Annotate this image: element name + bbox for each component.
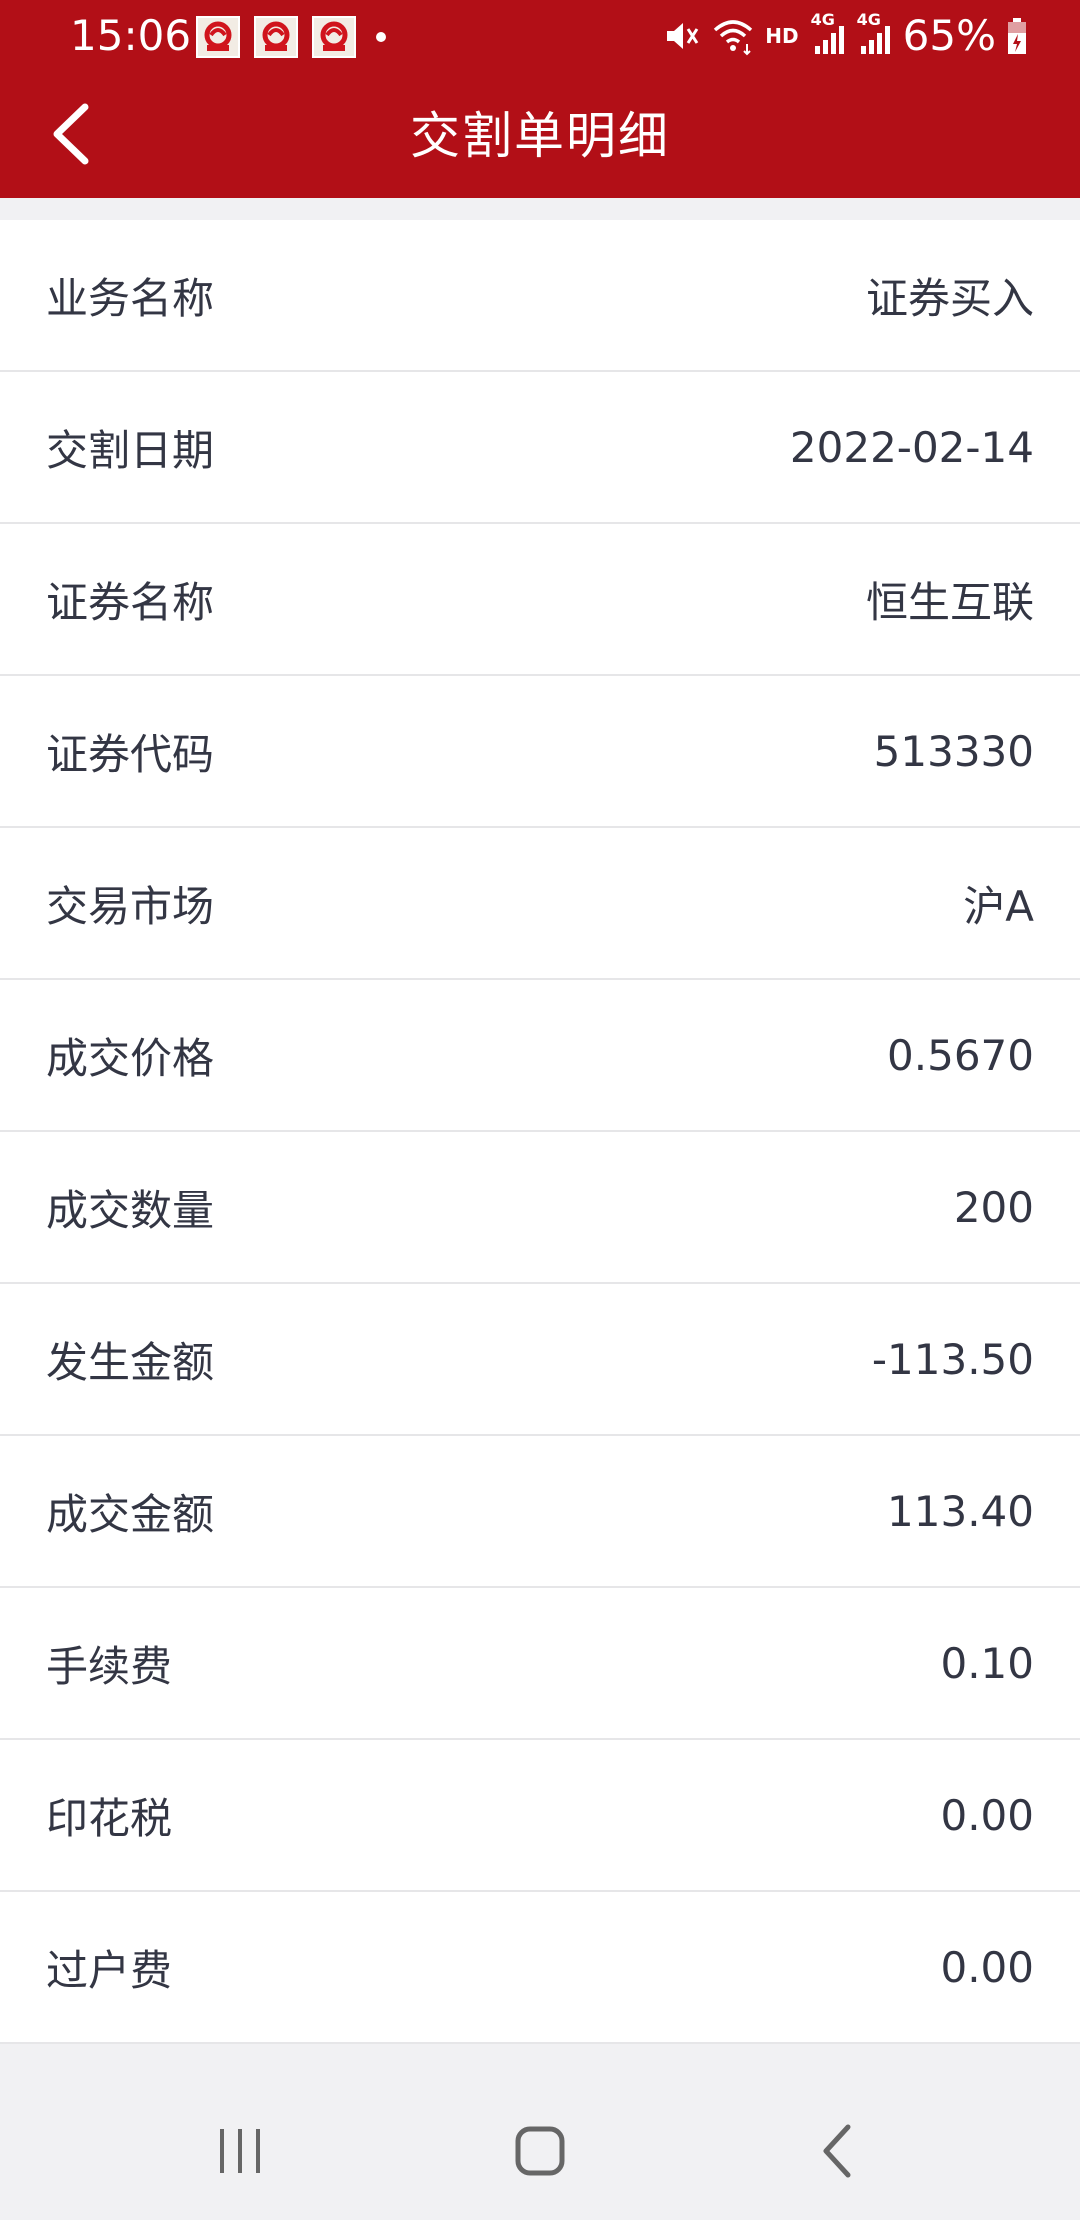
row-label: 交割日期 bbox=[46, 425, 215, 475]
row-label: 印花税 bbox=[46, 1793, 173, 1843]
back-icon bbox=[823, 2124, 851, 2178]
row-value: 113.40 bbox=[887, 1486, 1034, 1536]
page-title: 交割单明细 bbox=[410, 107, 670, 165]
row-label: 手续费 bbox=[46, 1641, 173, 1691]
row-value: 证券买入 bbox=[865, 273, 1034, 323]
row-value: 0.00 bbox=[940, 1790, 1034, 1840]
row-label: 成交金额 bbox=[46, 1489, 215, 1539]
row-value: 0.5670 bbox=[887, 1030, 1034, 1080]
signal-icon: 4G bbox=[857, 10, 893, 56]
battery-charging-icon bbox=[1006, 16, 1028, 56]
system-nav-bar bbox=[0, 2076, 1080, 2220]
app-notification-icon bbox=[196, 16, 240, 58]
detail-row-amount-incurred: 发生金额 -113.50 bbox=[0, 1284, 1080, 1436]
row-value: 200 bbox=[953, 1182, 1034, 1232]
mute-icon bbox=[661, 16, 701, 56]
signal-type-label: 4G bbox=[810, 10, 835, 29]
detail-row-security-code: 证券代码 513330 bbox=[0, 676, 1080, 828]
row-value: 沪A bbox=[963, 881, 1034, 931]
detail-row-stamp-tax: 印花税 0.00 bbox=[0, 1740, 1080, 1892]
app-header: 15:06 HD 4G 4G 65% 交割单明细 bbox=[0, 0, 1080, 198]
row-value: 0.00 bbox=[940, 1942, 1034, 1992]
detail-row-trade-amount: 成交金额 113.40 bbox=[0, 1436, 1080, 1588]
status-indicators: HD 4G 4G 65% bbox=[661, 10, 1028, 62]
network-type-label: HD bbox=[765, 24, 799, 48]
row-value: -113.50 bbox=[871, 1334, 1034, 1384]
row-label: 成交数量 bbox=[46, 1185, 215, 1235]
nav-back-button[interactable] bbox=[780, 2106, 900, 2196]
row-value: 0.10 bbox=[940, 1638, 1034, 1688]
dot-icon bbox=[376, 32, 386, 42]
row-value: 513330 bbox=[873, 726, 1034, 776]
detail-row-commission: 手续费 0.10 bbox=[0, 1588, 1080, 1740]
detail-row-market: 交易市场 沪A bbox=[0, 828, 1080, 980]
row-label: 证券名称 bbox=[46, 577, 215, 627]
row-label: 业务名称 bbox=[46, 273, 215, 323]
home-icon bbox=[515, 2126, 565, 2176]
battery-percentage: 65% bbox=[902, 11, 996, 60]
app-notification-icon bbox=[312, 16, 356, 58]
detail-row-quantity: 成交数量 200 bbox=[0, 1132, 1080, 1284]
row-label: 发生金额 bbox=[46, 1337, 215, 1387]
detail-row-settlement-date: 交割日期 2022-02-14 bbox=[0, 372, 1080, 524]
recent-apps-icon bbox=[220, 2129, 260, 2173]
row-label: 过户费 bbox=[46, 1945, 173, 1995]
app-notification-icon bbox=[254, 16, 298, 58]
row-value: 恒生互联 bbox=[865, 577, 1034, 627]
title-bar: 交割单明细 bbox=[0, 72, 1080, 198]
recent-apps-button[interactable] bbox=[180, 2106, 300, 2196]
row-label: 证券代码 bbox=[46, 729, 215, 779]
signal-type-label: 4G bbox=[856, 10, 881, 29]
home-button[interactable] bbox=[480, 2106, 600, 2196]
detail-row-security-name: 证券名称 恒生互联 bbox=[0, 524, 1080, 676]
wifi-icon bbox=[711, 16, 755, 56]
detail-list: 业务名称 证券买入 交割日期 2022-02-14 证券名称 恒生互联 证券代码… bbox=[0, 220, 1080, 2044]
status-bar: 15:06 HD 4G 4G 65% bbox=[0, 0, 1080, 72]
detail-row-business-name: 业务名称 证券买入 bbox=[0, 220, 1080, 372]
row-value: 2022-02-14 bbox=[789, 422, 1034, 472]
signal-icon: 4G bbox=[811, 10, 847, 56]
row-label: 交易市场 bbox=[46, 881, 215, 931]
detail-row-price: 成交价格 0.5670 bbox=[0, 980, 1080, 1132]
status-time: 15:06 bbox=[70, 11, 192, 60]
row-label: 成交价格 bbox=[46, 1033, 215, 1083]
detail-row-transfer-fee: 过户费 0.00 bbox=[0, 1892, 1080, 2044]
notification-icons bbox=[196, 16, 386, 58]
